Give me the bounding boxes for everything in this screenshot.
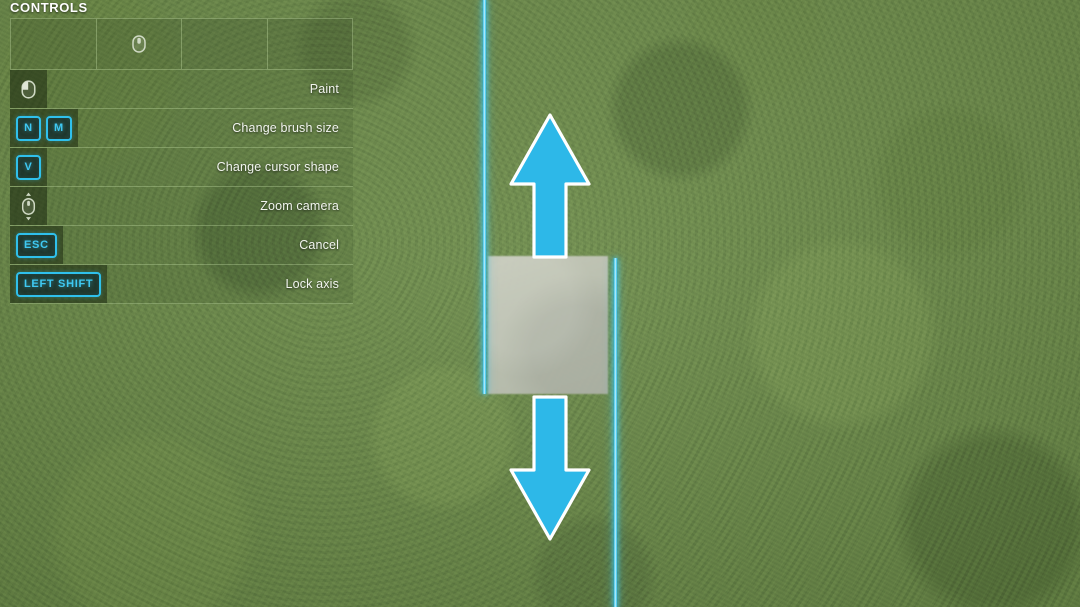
control-row-keys: LEFT SHIFT [10,265,108,303]
control-row-keys [10,70,47,108]
mouse-scroll-icon [127,32,151,56]
control-row-change-cursor-shape: V Change cursor shape [10,148,353,187]
mouse-left-button-icon [16,77,41,102]
keycap-esc[interactable]: ESC [16,232,57,258]
controls-panel: CONTROLS Paint N M Change brush size V C… [0,0,353,304]
control-row-keys: N M [10,109,78,147]
control-row-keys [10,187,47,225]
control-row-cancel: ESC Cancel [10,226,353,265]
control-row-keys: ESC [10,226,63,264]
keycap-n[interactable]: N [16,115,41,141]
control-row-label: Zoom camera [260,199,339,213]
controls-panel-title: CONTROLS [10,0,88,15]
top-strip-cell-1 [11,19,97,69]
control-row-lock-axis: LEFT SHIFT Lock axis [10,265,353,304]
game-viewport: CONTROLS Paint N M Change brush size V C… [0,0,1080,607]
control-row-label: Change brush size [232,121,339,135]
painted-terrain-patch [488,256,608,394]
top-strip-cell-4 [268,19,353,69]
control-row-label: Paint [309,82,339,96]
control-row-keys: V [10,148,47,186]
mouse-scroll-zoom-icon [16,192,41,221]
control-row-zoom-camera: Zoom camera [10,187,353,226]
control-row-label: Lock axis [285,277,339,291]
arrow-up-indicator [508,112,592,260]
control-row-label: Cancel [299,238,339,252]
control-row-paint: Paint [10,70,353,109]
keycap-v[interactable]: V [16,154,41,180]
top-strip-cell-3 [182,19,268,69]
controls-top-strip [10,18,353,70]
keycap-m[interactable]: M [46,115,72,141]
axis-guide-line-right [613,258,618,607]
control-row-label: Change cursor shape [216,160,339,174]
keycap-left-shift[interactable]: LEFT SHIFT [16,271,102,297]
top-strip-cell-2 [97,19,182,69]
control-row-change-brush-size: N M Change brush size [10,109,353,148]
arrow-down-indicator [508,394,592,542]
axis-guide-line-left [482,0,487,394]
